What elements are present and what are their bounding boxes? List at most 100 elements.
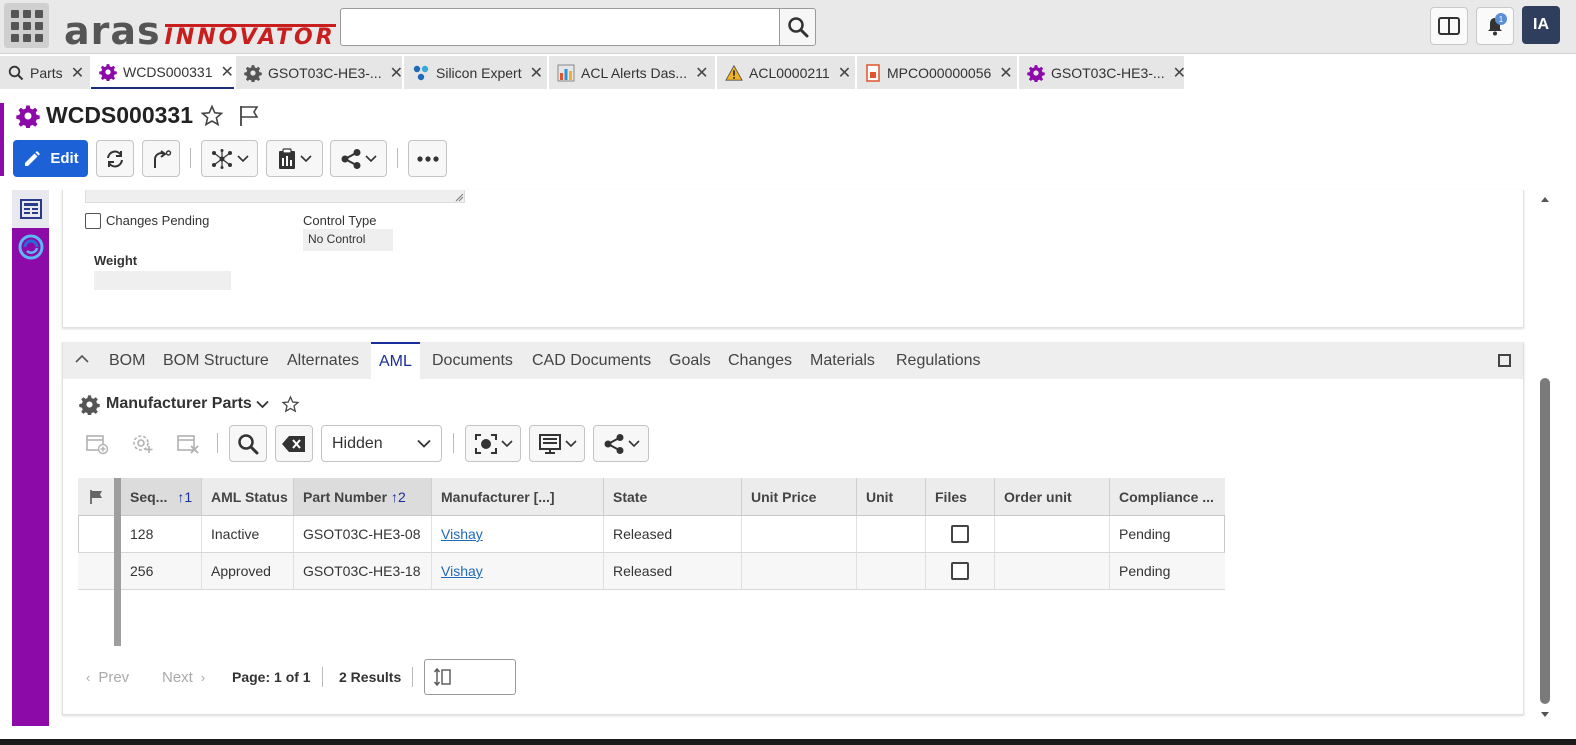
global-search-input[interactable] [340, 8, 780, 46]
close-icon[interactable]: ✕ [830, 63, 851, 83]
rel-tab-bom[interactable]: BOM [109, 342, 145, 379]
rel-tab-aml[interactable]: AML [371, 342, 420, 379]
cell-unit[interactable] [857, 516, 926, 553]
column-header-manufacturer[interactable]: Manufacturer [...] [432, 478, 604, 516]
rel-tab-regulations[interactable]: Regulations [896, 342, 981, 379]
close-icon[interactable]: ✕ [213, 62, 234, 82]
tab-parts[interactable]: Parts ✕ [0, 56, 90, 89]
description-textarea[interactable] [85, 190, 465, 203]
search-mode-select[interactable]: Hidden [321, 425, 442, 462]
display-menu-button[interactable] [529, 425, 585, 462]
column-header-unit-price[interactable]: Unit Price [742, 478, 857, 516]
column-header-aml-status[interactable]: AML Status [202, 478, 294, 516]
cell-unit-price[interactable] [742, 516, 857, 553]
star-icon[interactable] [281, 395, 300, 414]
grid-share-menu-button[interactable] [593, 425, 649, 462]
tab-mpco00000056[interactable]: MPCO00000056 ✕ [857, 56, 1017, 89]
tab-gsot03c-1[interactable]: GSOT03C-HE3-... ✕ [236, 56, 403, 89]
resize-handle-icon[interactable] [455, 193, 464, 202]
star-icon[interactable] [200, 104, 224, 128]
cell-files[interactable] [926, 553, 995, 590]
changes-pending-checkbox[interactable] [85, 213, 101, 229]
cell-unit[interactable] [857, 553, 926, 590]
tab-wcds000331[interactable]: WCDS000331 ✕ [91, 56, 234, 89]
more-actions-button[interactable] [408, 140, 447, 177]
cell-part-number[interactable]: GSOT03C-HE3-08 [294, 516, 432, 553]
cell-aml-status[interactable]: Approved [202, 553, 294, 590]
manufacturer-link[interactable]: Vishay [441, 526, 483, 542]
close-icon[interactable]: ✕ [687, 63, 708, 83]
add-item-button[interactable] [125, 425, 161, 462]
edit-button[interactable]: Edit [13, 140, 88, 177]
column-header-files[interactable]: Files [926, 478, 995, 516]
split-view-button[interactable] [1430, 7, 1468, 45]
manufacturer-link[interactable]: Vishay [441, 563, 483, 579]
cell-seq[interactable]: 128 [121, 516, 202, 553]
column-header-compliance[interactable]: Compliance ... [1110, 478, 1225, 516]
cell-manufacturer[interactable]: Vishay [432, 553, 604, 590]
cell-compliance[interactable]: Pending [1110, 553, 1225, 590]
column-header-part-number[interactable]: Part Number ↑ 2 [294, 478, 432, 516]
scrollbar-thumb[interactable] [1540, 378, 1550, 704]
global-search-button[interactable] [779, 8, 816, 46]
sidebar-item-silicon-expert[interactable] [12, 228, 49, 266]
app-launcher-button[interactable] [4, 3, 49, 48]
next-page-button[interactable]: Next › [162, 666, 205, 688]
grid-search-button[interactable] [229, 425, 267, 462]
row-flag-cell[interactable] [78, 553, 115, 590]
column-header-unit[interactable]: Unit [857, 478, 926, 516]
flag-icon[interactable] [237, 104, 261, 128]
maximize-icon[interactable] [1498, 354, 1511, 367]
new-row-button[interactable] [79, 425, 115, 462]
focus-menu-button[interactable] [465, 425, 521, 462]
share-menu-button[interactable] [330, 140, 387, 177]
cell-state[interactable]: Released [604, 553, 742, 590]
scroll-down-icon[interactable] [1540, 711, 1550, 719]
close-icon[interactable]: ✕ [522, 63, 543, 83]
cell-order-unit[interactable] [995, 553, 1110, 590]
promote-button[interactable] [142, 140, 180, 177]
column-header-seq[interactable]: Seq... ↑ 1 [121, 478, 202, 516]
refresh-button[interactable] [96, 140, 134, 177]
column-header-order-unit[interactable]: Order unit [995, 478, 1110, 516]
delete-row-button[interactable] [170, 425, 206, 462]
cell-part-number[interactable]: GSOT03C-HE3-18 [294, 553, 432, 590]
cell-manufacturer[interactable]: Vishay [432, 516, 604, 553]
reports-menu-button[interactable] [266, 140, 323, 177]
sidebar-item-form-view[interactable] [12, 190, 49, 228]
row-flag-cell[interactable] [78, 516, 115, 553]
flag-column-header[interactable] [78, 478, 115, 516]
cell-compliance[interactable]: Pending [1110, 516, 1225, 553]
cell-order-unit[interactable] [995, 516, 1110, 553]
notifications-button[interactable]: 1 [1476, 7, 1514, 45]
cell-unit-price[interactable] [742, 553, 857, 590]
clear-search-button[interactable] [275, 425, 313, 462]
frozen-column-splitter[interactable] [114, 478, 121, 646]
rel-tab-cad-documents[interactable]: CAD Documents [532, 342, 651, 379]
chevron-down-icon[interactable] [256, 400, 269, 409]
files-checkbox[interactable] [951, 562, 969, 580]
prev-page-button[interactable]: ‹ Prev [86, 666, 129, 688]
files-checkbox[interactable] [951, 525, 969, 543]
rel-tab-changes[interactable]: Changes [728, 342, 792, 379]
cell-seq[interactable]: 256 [121, 553, 202, 590]
collapse-chevron-icon[interactable] [75, 354, 89, 364]
close-icon[interactable]: ✕ [63, 63, 84, 83]
tab-gsot03c-2[interactable]: GSOT03C-HE3-... ✕ [1019, 56, 1186, 89]
close-icon[interactable]: ✕ [1165, 63, 1186, 83]
rel-tab-goals[interactable]: Goals [669, 342, 711, 379]
page-size-input[interactable] [424, 659, 516, 695]
cell-state[interactable]: Released [604, 516, 742, 553]
rel-tab-alternates[interactable]: Alternates [287, 342, 359, 379]
rel-tab-documents[interactable]: Documents [432, 342, 513, 379]
tab-silicon-expert[interactable]: Silicon Expert ✕ [404, 56, 547, 89]
cell-aml-status[interactable]: Inactive [202, 516, 294, 553]
rel-tab-bom-structure[interactable]: BOM Structure [163, 342, 269, 379]
user-avatar[interactable]: IA [1522, 6, 1560, 44]
scroll-up-icon[interactable] [1540, 195, 1550, 203]
column-header-state[interactable]: State [604, 478, 742, 516]
close-icon[interactable]: ✕ [382, 63, 403, 83]
structure-menu-button[interactable] [201, 140, 258, 177]
tab-acl0000211[interactable]: ACL0000211 ✕ [717, 56, 855, 89]
close-icon[interactable]: ✕ [991, 63, 1012, 83]
